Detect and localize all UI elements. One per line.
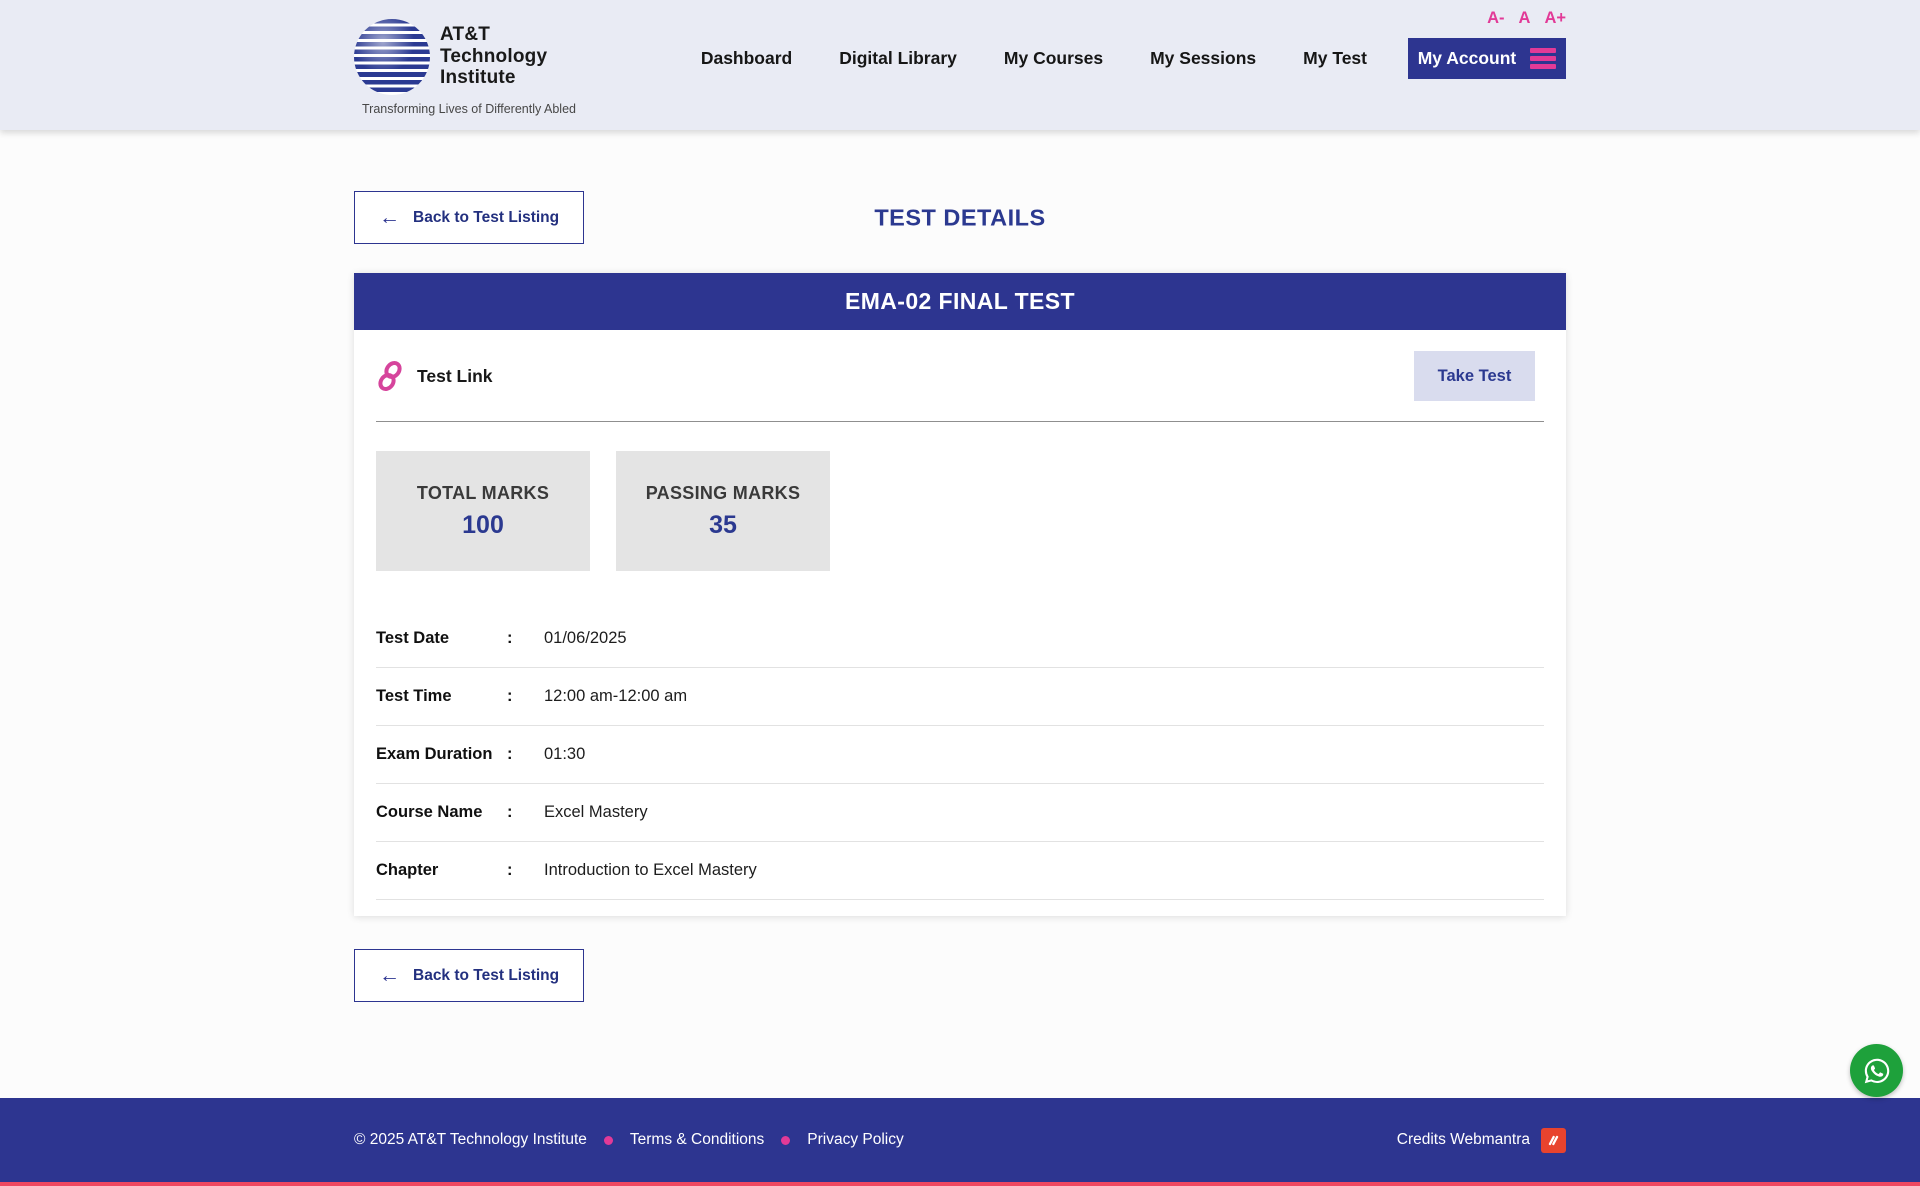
- credits-label: Credits Webmantra: [1397, 1131, 1530, 1149]
- detail-label: Course Name: [376, 803, 507, 822]
- detail-row-test-date: Test Date : 01/06/2025: [376, 610, 1544, 668]
- detail-colon: :: [507, 803, 544, 822]
- content-container: ← Back to Test Listing TEST DETAILS EMA-…: [354, 191, 1566, 1002]
- font-increase-button[interactable]: A+: [1544, 9, 1566, 28]
- logo-top: AT&T Technology Institute: [354, 19, 576, 95]
- card-title: EMA-02 FINAL TEST: [354, 273, 1566, 330]
- detail-colon: :: [507, 861, 544, 880]
- main-nav: Dashboard Digital Library My Courses My …: [701, 48, 1367, 69]
- total-marks-value: 100: [462, 511, 504, 540]
- passing-marks-label: PASSING MARKS: [646, 483, 801, 504]
- my-account-button[interactable]: My Account: [1408, 38, 1566, 79]
- marks-row: TOTAL MARKS 100 PASSING MARKS 35: [376, 451, 1544, 571]
- footer-accent-line: [0, 1182, 1920, 1186]
- logo-line-3: Institute: [440, 67, 547, 89]
- logo-line-2: Technology: [440, 46, 547, 68]
- page-title: TEST DETAILS: [354, 204, 1566, 231]
- total-marks-box: TOTAL MARKS 100: [376, 451, 590, 571]
- logo-line-1: AT&T: [440, 24, 547, 46]
- site-footer: © 2025 AT&T Technology Institute Terms &…: [0, 1098, 1920, 1182]
- dot-separator-icon: [781, 1136, 790, 1145]
- credits-link[interactable]: Credits Webmantra: [1397, 1128, 1566, 1153]
- nav-item-my-sessions[interactable]: My Sessions: [1150, 48, 1256, 69]
- att-globe-icon: [354, 19, 430, 95]
- test-link-row: Test Link Take Test: [354, 330, 1566, 421]
- detail-label: Exam Duration: [376, 745, 507, 764]
- nav-item-my-courses[interactable]: My Courses: [1004, 48, 1103, 69]
- font-decrease-button[interactable]: A-: [1487, 9, 1504, 28]
- dot-separator-icon: [604, 1136, 613, 1145]
- font-size-controls: A- A A+: [1487, 9, 1566, 28]
- passing-marks-value: 35: [709, 511, 737, 540]
- header-inner: AT&T Technology Institute Transforming L…: [354, 0, 1566, 130]
- detail-label: Test Date: [376, 629, 507, 648]
- section-divider: [376, 421, 1544, 422]
- detail-value: 12:00 am-12:00 am: [544, 687, 687, 706]
- test-details-card: EMA-02 FINAL TEST Test Link Take Test: [354, 273, 1566, 916]
- detail-row-course-name: Course Name : Excel Mastery: [376, 784, 1544, 842]
- detail-row-exam-duration: Exam Duration : 01:30: [376, 726, 1544, 784]
- nav-item-my-test[interactable]: My Test: [1303, 48, 1367, 69]
- take-test-button[interactable]: Take Test: [1414, 351, 1535, 401]
- copyright-text: © 2025 AT&T Technology Institute: [354, 1131, 587, 1149]
- detail-value: 01/06/2025: [544, 629, 627, 648]
- back-arrow-icon: ←: [379, 965, 400, 986]
- site-header: AT&T Technology Institute Transforming L…: [0, 0, 1920, 130]
- detail-colon: :: [507, 629, 544, 648]
- terms-link[interactable]: Terms & Conditions: [630, 1131, 764, 1149]
- details-list: Test Date : 01/06/2025 Test Time : 12:00…: [376, 610, 1544, 916]
- footer-left: © 2025 AT&T Technology Institute Terms &…: [354, 1131, 904, 1149]
- title-row: ← Back to Test Listing TEST DETAILS: [354, 191, 1566, 244]
- detail-label: Chapter: [376, 861, 507, 880]
- footer-inner: © 2025 AT&T Technology Institute Terms &…: [354, 1128, 1566, 1153]
- passing-marks-box: PASSING MARKS 35: [616, 451, 830, 571]
- test-link-label: Test Link: [417, 366, 493, 387]
- detail-value: Introduction to Excel Mastery: [544, 861, 757, 880]
- detail-value: 01:30: [544, 745, 585, 764]
- nav-item-digital-library[interactable]: Digital Library: [839, 48, 957, 69]
- total-marks-label: TOTAL MARKS: [417, 483, 549, 504]
- main-content: ← Back to Test Listing TEST DETAILS EMA-…: [0, 130, 1920, 1098]
- my-account-label: My Account: [1418, 48, 1517, 69]
- detail-row-test-time: Test Time : 12:00 am-12:00 am: [376, 668, 1544, 726]
- chain-link-icon[interactable]: [376, 359, 404, 393]
- detail-colon: :: [507, 687, 544, 706]
- detail-colon: :: [507, 745, 544, 764]
- whatsapp-icon: [1860, 1054, 1894, 1088]
- hamburger-menu-icon: [1530, 48, 1556, 69]
- site-logo[interactable]: AT&T Technology Institute Transforming L…: [354, 15, 576, 116]
- detail-row-chapter: Chapter : Introduction to Excel Mastery: [376, 842, 1544, 900]
- back-button-label: Back to Test Listing: [413, 967, 559, 985]
- detail-value: Excel Mastery: [544, 803, 648, 822]
- logo-text: AT&T Technology Institute: [440, 24, 547, 89]
- privacy-link[interactable]: Privacy Policy: [807, 1131, 903, 1149]
- detail-label: Test Time: [376, 687, 507, 706]
- nav-item-dashboard[interactable]: Dashboard: [701, 48, 792, 69]
- logo-tagline: Transforming Lives of Differently Abled: [354, 102, 576, 116]
- webmantra-icon: [1541, 1128, 1566, 1153]
- back-to-test-listing-button-bottom[interactable]: ← Back to Test Listing: [354, 949, 584, 1002]
- font-reset-button[interactable]: A: [1519, 9, 1531, 28]
- whatsapp-button[interactable]: [1850, 1044, 1903, 1097]
